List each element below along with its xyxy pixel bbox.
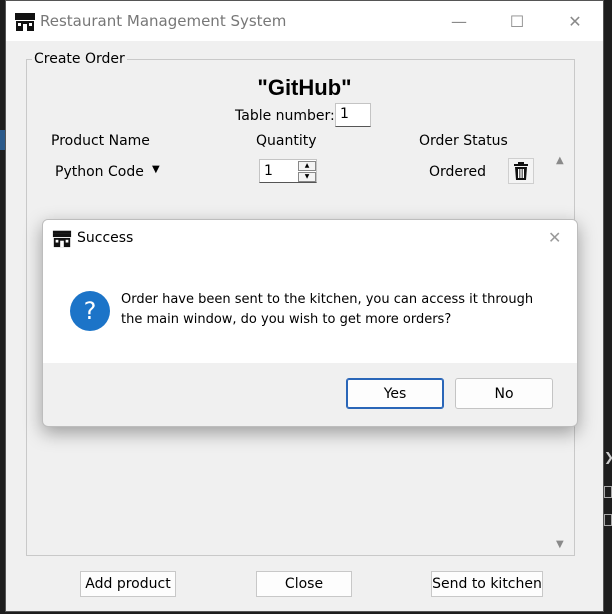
question-icon: ? bbox=[70, 291, 110, 331]
background-chevron-icon: ❯ bbox=[604, 450, 612, 464]
send-to-kitchen-button[interactable]: Send to kitchen bbox=[431, 571, 543, 597]
scroll-down-icon[interactable]: ▼ bbox=[556, 539, 564, 550]
table-number-input[interactable]: 1 bbox=[335, 103, 371, 127]
delete-button[interactable] bbox=[508, 158, 534, 184]
restaurant-icon bbox=[52, 230, 72, 248]
column-header-status: Order Status bbox=[419, 133, 508, 149]
dropdown-arrow-icon[interactable]: ▼ bbox=[152, 164, 160, 175]
yes-button[interactable]: Yes bbox=[346, 378, 444, 409]
scroll-up-icon[interactable]: ▲ bbox=[556, 155, 564, 166]
close-icon[interactable]: ✕ bbox=[548, 228, 561, 247]
title-bar: Restaurant Management System — ☐ ✕ bbox=[6, 1, 603, 41]
success-dialog: Success ✕ ? Order have been sent to the … bbox=[42, 219, 578, 427]
minimize-icon[interactable]: — bbox=[436, 7, 482, 35]
dialog-message: Order have been sent to the kitchen, you… bbox=[121, 292, 534, 327]
window-title: Restaurant Management System bbox=[40, 12, 287, 30]
restaurant-icon bbox=[15, 13, 35, 31]
spin-up-icon[interactable]: ▲ bbox=[298, 161, 316, 171]
table-number-label: Table number: bbox=[235, 108, 335, 124]
no-button[interactable]: No bbox=[455, 378, 553, 409]
quantity-value: 1 bbox=[264, 163, 273, 179]
trash-icon bbox=[514, 162, 528, 180]
group-label: Create Order bbox=[32, 51, 127, 67]
dialog-title: Success bbox=[77, 230, 134, 246]
column-header-product: Product Name bbox=[51, 133, 150, 149]
maximize-icon[interactable]: ☐ bbox=[494, 7, 540, 35]
order-status: Ordered bbox=[429, 164, 486, 180]
background-square-icon bbox=[604, 486, 612, 498]
quantity-spinbox[interactable]: 1 ▲ ▼ bbox=[259, 159, 317, 183]
close-icon[interactable]: ✕ bbox=[552, 7, 598, 35]
column-header-quantity: Quantity bbox=[256, 133, 317, 149]
page-title: "GitHub" bbox=[257, 75, 352, 100]
product-select[interactable]: Python Code bbox=[55, 164, 144, 180]
background-square-icon bbox=[604, 514, 612, 526]
dialog-body: Success ✕ ? Order have been sent to the … bbox=[43, 220, 577, 363]
spin-down-icon[interactable]: ▼ bbox=[298, 172, 316, 182]
close-button[interactable]: Close bbox=[256, 571, 352, 597]
add-product-button[interactable]: Add product bbox=[80, 571, 176, 597]
